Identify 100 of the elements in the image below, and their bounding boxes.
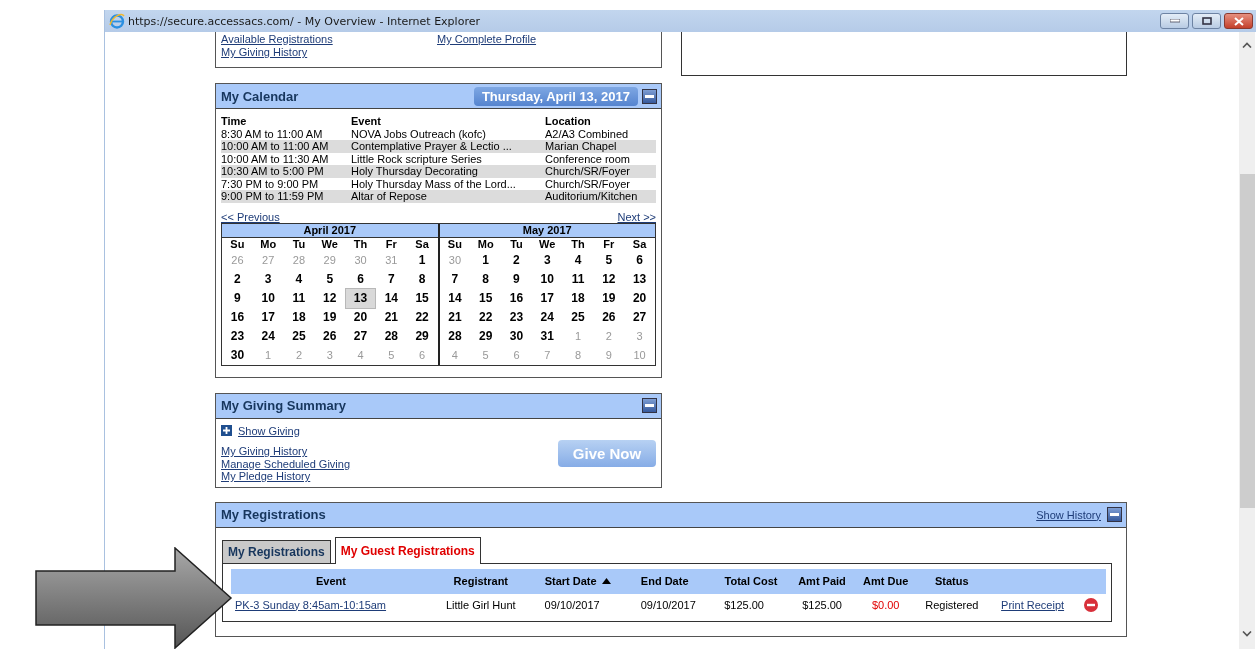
calendar-day[interactable]: 26 xyxy=(594,307,624,327)
calendar-day[interactable]: 21 xyxy=(376,307,406,327)
calendar-day[interactable]: 16 xyxy=(223,307,252,327)
calendar-day[interactable]: 13 xyxy=(625,269,654,289)
calendar-day[interactable]: 16 xyxy=(502,288,531,308)
profile-link[interactable]: My Giving History xyxy=(221,46,437,59)
minimize-button[interactable] xyxy=(1160,13,1189,29)
calendar-day[interactable]: 5 xyxy=(315,269,345,289)
calendar-day[interactable]: 19 xyxy=(315,307,345,327)
column-header[interactable]: Amt Paid xyxy=(787,575,857,587)
calendar-day[interactable]: 23 xyxy=(502,307,531,327)
calendar-day[interactable]: 2 xyxy=(502,250,531,270)
collapse-button[interactable] xyxy=(1107,507,1122,522)
calendar-day[interactable]: 22 xyxy=(407,307,437,327)
column-header[interactable]: Total Cost xyxy=(714,575,788,587)
collapse-button[interactable] xyxy=(642,88,657,104)
calendar-day[interactable]: 11 xyxy=(563,269,593,289)
calendar-day[interactable]: 25 xyxy=(284,326,314,346)
calendar-day[interactable]: 19 xyxy=(594,288,624,308)
calendar-day[interactable]: 29 xyxy=(407,326,437,346)
giving-link[interactable]: My Giving History xyxy=(221,445,351,458)
calendar-day[interactable]: 15 xyxy=(471,288,501,308)
table-cell-text: 09/10/2017 xyxy=(543,598,601,611)
scrollbar[interactable] xyxy=(1239,32,1255,649)
calendar-day[interactable]: 25 xyxy=(563,307,593,327)
calendar-day[interactable]: 6 xyxy=(625,250,654,270)
profile-link[interactable]: Available Registrations xyxy=(221,33,437,46)
column-header[interactable]: Start Date xyxy=(534,575,633,587)
event-link[interactable]: PK-3 Sunday 8:45am-10:15am xyxy=(235,598,387,611)
show-giving-link[interactable]: Show Giving xyxy=(238,424,300,437)
column-header[interactable]: Registrant xyxy=(426,575,535,587)
calendar-day[interactable]: 4 xyxy=(563,250,593,270)
giving-link[interactable]: Manage Scheduled Giving xyxy=(221,457,351,470)
calendar-day[interactable]: 8 xyxy=(407,269,437,289)
event-location: Auditorium/Kitchen xyxy=(545,190,639,203)
previous-link[interactable]: << Previous xyxy=(221,210,280,223)
calendar-day[interactable]: 27 xyxy=(346,326,375,346)
calendar-day[interactable]: 28 xyxy=(440,326,470,346)
calendar-day[interactable]: 9 xyxy=(502,269,531,289)
calendar-day[interactable]: 14 xyxy=(376,288,406,308)
calendar-day[interactable]: 10 xyxy=(253,288,283,308)
calendar-day[interactable]: 12 xyxy=(315,288,345,308)
calendar-day[interactable]: 30 xyxy=(502,326,531,346)
calendar-day[interactable]: 14 xyxy=(440,288,470,308)
calendar-day[interactable]: 9 xyxy=(223,288,252,308)
calendar-day[interactable]: 4 xyxy=(284,269,314,289)
calendar-day[interactable]: 1 xyxy=(471,250,501,270)
tab[interactable]: My Guest Registrations xyxy=(334,536,481,564)
calendar-day[interactable]: 30 xyxy=(223,345,252,365)
calendar-day[interactable]: 20 xyxy=(625,288,654,308)
calendar-day[interactable]: 18 xyxy=(563,288,593,308)
print-receipt-link[interactable]: Print Receipt xyxy=(1001,598,1065,611)
remove-icon[interactable] xyxy=(1084,597,1099,612)
next-link[interactable]: Next >> xyxy=(617,210,656,223)
giving-link[interactable]: My Pledge History xyxy=(221,470,351,483)
calendar-day[interactable]: 21 xyxy=(440,307,470,327)
calendar-day[interactable]: 3 xyxy=(253,269,283,289)
calendar-day[interactable]: 20 xyxy=(346,307,375,327)
column-header[interactable]: Amt Due xyxy=(856,575,916,587)
calendar-day[interactable]: 2 xyxy=(223,269,252,289)
calendar-day[interactable]: 28 xyxy=(376,326,406,346)
calendar-day[interactable]: 6 xyxy=(346,269,375,289)
calendar-day[interactable]: 27 xyxy=(625,307,654,327)
calendar-day[interactable]: 31 xyxy=(532,326,562,346)
calendar-day[interactable]: 18 xyxy=(284,307,314,327)
minimize-icon xyxy=(1169,19,1180,23)
calendar-day[interactable]: 17 xyxy=(253,307,283,327)
calendar-day[interactable]: 26 xyxy=(315,326,345,346)
scroll-thumb[interactable] xyxy=(1239,174,1255,508)
column-header[interactable]: Event xyxy=(231,575,427,587)
tab[interactable]: My Registrations xyxy=(222,539,331,563)
calendar-day[interactable]: 23 xyxy=(223,326,252,346)
event-time: 9:00 PM to 11:59 PM xyxy=(221,190,325,203)
column-header[interactable]: Status xyxy=(915,575,989,587)
calendar-day[interactable]: 3 xyxy=(532,250,562,270)
close-button[interactable] xyxy=(1224,13,1253,29)
calendar-day[interactable]: 10 xyxy=(532,269,562,289)
calendar-day[interactable]: 12 xyxy=(594,269,624,289)
calendar-day[interactable]: 24 xyxy=(253,326,283,346)
show-history-link[interactable]: Show History xyxy=(1036,508,1101,521)
calendar-day[interactable]: 5 xyxy=(594,250,624,270)
calendar-day[interactable]: 1 xyxy=(407,250,437,270)
calendar-day[interactable]: 29 xyxy=(471,326,501,346)
expand-icon[interactable] xyxy=(221,425,232,437)
calendar-day[interactable]: 15 xyxy=(407,288,437,308)
calendar-day[interactable]: 11 xyxy=(284,288,314,308)
scroll-up-icon[interactable] xyxy=(1242,42,1252,48)
calendar-day[interactable]: 8 xyxy=(471,269,501,289)
collapse-button[interactable] xyxy=(642,398,657,413)
calendar-day[interactable]: 22 xyxy=(471,307,501,327)
calendar-day[interactable]: 7 xyxy=(376,269,406,289)
calendar-day[interactable]: 17 xyxy=(532,288,562,308)
column-header[interactable]: End Date xyxy=(632,575,715,587)
scroll-down-icon[interactable] xyxy=(1242,631,1252,637)
calendar-day[interactable]: 13 xyxy=(346,288,375,308)
maximize-button[interactable] xyxy=(1192,13,1221,29)
calendar-day[interactable]: 24 xyxy=(532,307,562,327)
close-icon xyxy=(1233,16,1244,26)
profile-link[interactable]: My Complete Profile xyxy=(437,33,653,46)
calendar-day[interactable]: 7 xyxy=(440,269,470,289)
